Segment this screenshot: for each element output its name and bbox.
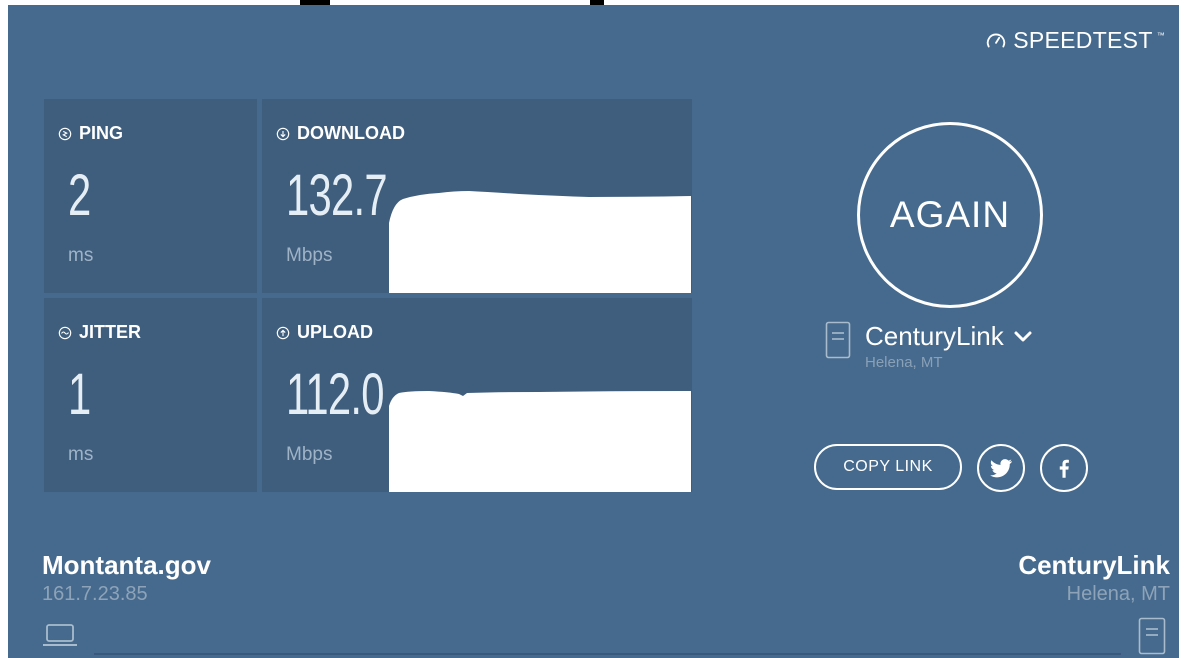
brand-logo: SPEEDTEST ™ <box>985 27 1165 54</box>
upload-unit: Mbps <box>286 444 333 465</box>
jitter-unit: ms <box>68 444 94 465</box>
again-button[interactable]: AGAIN <box>857 122 1043 308</box>
host-name: CenturyLink <box>1018 550 1170 580</box>
facebook-button[interactable] <box>1040 444 1088 492</box>
chevron-down-icon[interactable] <box>1014 331 1032 343</box>
jitter-value: 1 <box>68 362 91 427</box>
jitter-icon <box>58 326 72 339</box>
download-speed-graph <box>389 191 691 293</box>
upload-arrow-icon <box>276 326 290 339</box>
upload-value: 112.0 <box>286 362 385 427</box>
server-selector[interactable]: CenturyLink Helena, MT <box>825 321 1032 371</box>
upload-label: UPLOAD <box>297 322 373 342</box>
upload-tile: UPLOAD 112.0 Mbps <box>262 298 692 492</box>
server-location: Helena, MT <box>865 354 943 371</box>
client-isp: Montanta.gov <box>42 550 211 580</box>
brand-name: SPEEDTEST <box>1013 27 1153 53</box>
server-icon <box>825 321 851 359</box>
host-info: CenturyLink Helena, MT <box>1018 550 1170 606</box>
connection-line <box>94 653 1121 655</box>
server-name: CenturyLink <box>865 321 1004 351</box>
twitter-icon <box>990 459 1012 478</box>
jitter-tile: JITTER 1 ms <box>44 298 257 492</box>
server-icon <box>1138 617 1166 655</box>
speedtest-panel: SPEEDTEST ™ PING 2 ms DOWNLOAD 132.7 Mbps <box>8 5 1179 658</box>
twitter-button[interactable] <box>977 444 1025 492</box>
ping-unit: ms <box>68 245 94 266</box>
client-ip: 161.7.23.85 <box>42 583 148 605</box>
copy-link-button[interactable]: COPY LINK <box>814 444 962 490</box>
jitter-label: JITTER <box>79 322 142 342</box>
facebook-icon <box>1059 459 1069 478</box>
host-location: Helena, MT <box>1066 583 1170 605</box>
download-unit: Mbps <box>286 245 333 266</box>
client-info: Montanta.gov 161.7.23.85 <box>42 550 211 606</box>
download-label: DOWNLOAD <box>297 123 405 143</box>
upload-speed-graph <box>389 391 691 492</box>
ping-value: 2 <box>68 163 91 228</box>
laptop-icon <box>43 624 77 646</box>
gauge-icon <box>987 33 1006 47</box>
ping-icon <box>58 127 72 140</box>
download-arrow-icon <box>276 127 290 140</box>
ping-tile: PING 2 ms <box>44 99 257 293</box>
download-value: 132.7 <box>286 163 388 228</box>
download-tile: DOWNLOAD 132.7 Mbps <box>262 99 692 293</box>
ping-label: PING <box>79 123 124 143</box>
